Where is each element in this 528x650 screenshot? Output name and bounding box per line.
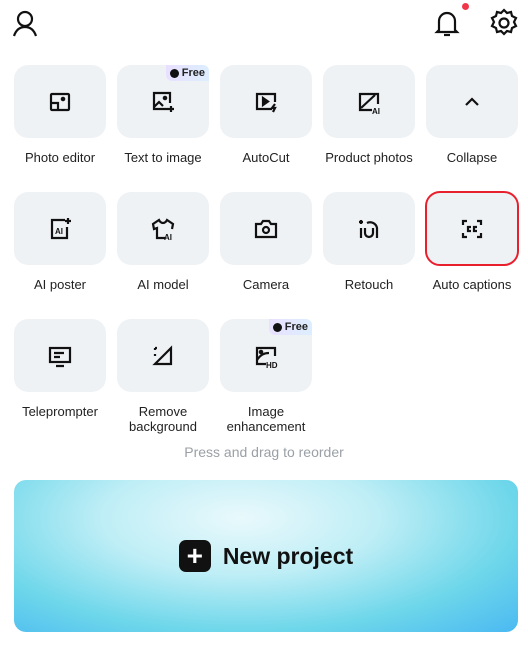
product-photo-ai-icon: AI — [358, 92, 380, 116]
teleprompter-icon — [48, 346, 72, 367]
autocut-icon — [255, 92, 277, 112]
image-hd-icon: HD — [255, 346, 278, 370]
svg-text:AI: AI — [372, 107, 380, 116]
tile-label-ai-poster: AI poster — [33, 277, 87, 292]
svg-text:AI: AI — [164, 233, 172, 242]
ai-poster-icon: AI — [50, 217, 71, 239]
camera-icon — [254, 219, 278, 238]
tile-auto-captions[interactable] — [425, 191, 519, 266]
new-project-button[interactable]: + New project — [14, 480, 518, 632]
tile-autocut[interactable] — [220, 65, 312, 138]
reorder-hint: Press and drag to reorder — [184, 444, 344, 460]
tile-photo-editor[interactable] — [14, 65, 106, 138]
image-sparkle-icon — [152, 91, 174, 112]
tile-teleprompter[interactable] — [14, 319, 106, 392]
remove-background-icon — [152, 344, 173, 365]
tile-label-ai-model: AI model — [137, 277, 189, 292]
chevron-up-icon — [465, 96, 479, 106]
clock-icon — [272, 322, 282, 332]
free-badge: Free — [268, 319, 312, 335]
gear-icon[interactable] — [487, 6, 521, 40]
tile-label-product-photos: Product photos — [325, 150, 413, 165]
bell-icon[interactable] — [430, 6, 464, 40]
tile-label-text-to-image: Text to image — [124, 150, 202, 165]
tile-label-auto-captions: Auto captions — [432, 277, 512, 292]
clock-icon — [169, 68, 179, 78]
tile-label-photo-editor: Photo editor — [24, 150, 96, 165]
tile-label-retouch: Retouch — [344, 277, 394, 292]
tile-retouch[interactable] — [323, 192, 415, 265]
tile-collapse[interactable] — [426, 65, 518, 138]
tile-remove-background[interactable] — [117, 319, 209, 392]
profile-icon[interactable] — [8, 6, 42, 40]
tile-label-camera: Camera — [242, 277, 290, 292]
tile-label-remove-background: Remove background — [129, 404, 197, 434]
tile-label-autocut: AutoCut — [242, 150, 290, 165]
notification-dot — [462, 3, 469, 10]
tile-label-collapse: Collapse — [446, 150, 498, 165]
retouch-icon — [359, 219, 379, 238]
plus-icon: + — [178, 540, 211, 572]
captions-icon — [461, 219, 483, 238]
ai-shirt-icon: AI — [151, 217, 175, 242]
photo-editor-icon — [49, 92, 71, 111]
tile-label-image-enhancement: Image enhancement — [226, 404, 306, 434]
tile-label-teleprompter: Teleprompter — [22, 404, 98, 419]
svg-text:AI: AI — [55, 227, 63, 236]
new-project-label: New project — [222, 542, 354, 569]
tile-ai-poster[interactable]: AI — [14, 192, 106, 265]
tile-image-enhancement[interactable]: HD Free — [220, 319, 312, 392]
tile-text-to-image[interactable]: Free — [117, 65, 209, 138]
free-badge: Free — [165, 65, 209, 81]
tile-ai-model[interactable]: AI — [117, 192, 209, 265]
tile-product-photos[interactable]: AI — [323, 65, 415, 138]
svg-text:HD: HD — [266, 361, 278, 370]
tile-camera[interactable] — [220, 192, 312, 265]
